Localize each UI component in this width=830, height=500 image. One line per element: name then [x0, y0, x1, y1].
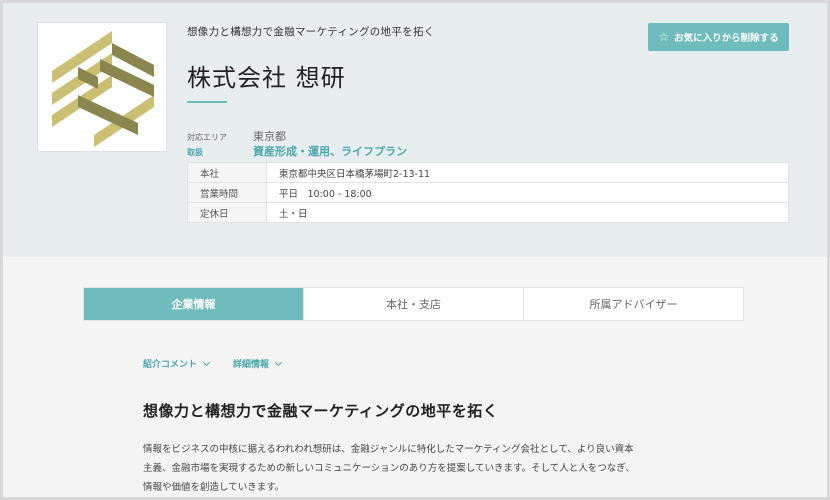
remove-favorite-label: お気に入りから削除する — [674, 33, 779, 44]
remove-favorite-button[interactable]: ☆ お気に入りから削除する — [648, 23, 789, 51]
info-value: 東京都中央区日本橋茅場町2-13-11 — [266, 162, 789, 183]
info-label: 営業時間 — [187, 182, 267, 203]
tab-company-info[interactable]: 企業情報 — [84, 288, 304, 320]
company-tabs: 企業情報 本社・支店 所属アドバイザー — [83, 287, 744, 321]
info-label: 本社 — [187, 162, 267, 183]
subnav-details[interactable]: 詳細情報 — [233, 357, 283, 370]
chevron-down-icon — [274, 358, 283, 366]
table-row: 定休日 土・日 — [187, 202, 789, 223]
star-icon: ☆ — [658, 30, 670, 44]
meta-handling-label: 取扱 — [187, 148, 203, 157]
meta-handling-row: 取扱 資産形成・運用、ライフプラン — [187, 143, 407, 159]
info-value: 土・日 — [266, 202, 789, 223]
paragraph-line: 主義、金融市場を実現するための新しいコミュニケーションのあり方を提案していきます… — [143, 463, 635, 474]
company-logo — [37, 22, 167, 152]
section-subnav: 紹介コメント 詳細情報 — [143, 357, 283, 370]
info-label: 定休日 — [187, 202, 267, 223]
company-info-table: 本社 東京都中央区日本橋茅場町2-13-11 営業時間 平日 10:00 - 1… — [187, 162, 789, 223]
company-logo-mark — [52, 31, 154, 147]
paragraph-line: 情報をビジネスの中核に据えるわれわれ想研は、金融ジャンルに特化したマーケティング… — [143, 444, 634, 455]
paragraph-line: 情報や価値を創造していきます。 — [143, 482, 285, 493]
tab-advisors[interactable]: 所属アドバイザー — [524, 288, 743, 320]
info-value: 平日 10:00 - 18:00 — [266, 182, 789, 203]
subnav-details-label: 詳細情報 — [233, 360, 270, 370]
meta-area-label: 対応エリア — [187, 133, 227, 142]
meta-handling-value: 資産形成・運用、ライフプラン — [253, 145, 407, 158]
company-tagline: 想像力と構想力で金融マーケティングの地平を拓く — [187, 26, 435, 38]
meta-area-value: 東京都 — [253, 130, 286, 143]
table-row: 営業時間 平日 10:00 - 18:00 — [187, 182, 789, 203]
table-row: 本社 東京都中央区日本橋茅場町2-13-11 — [187, 162, 789, 183]
subnav-intro-comment[interactable]: 紹介コメント — [143, 357, 211, 370]
section-heading: 想像力と構想力で金融マーケティングの地平を拓く — [143, 402, 499, 420]
subnav-intro-label: 紹介コメント — [143, 360, 198, 370]
chevron-down-icon — [202, 358, 211, 366]
title-underline — [187, 101, 227, 103]
company-name: 株式会社 想研 — [187, 64, 346, 92]
tab-offices[interactable]: 本社・支店 — [304, 288, 524, 320]
intro-paragraph: 情報をビジネスの中核に据えるわれわれ想研は、金融ジャンルに特化したマーケティング… — [143, 440, 703, 497]
meta-area-row: 対応エリア 東京都 — [187, 128, 286, 144]
